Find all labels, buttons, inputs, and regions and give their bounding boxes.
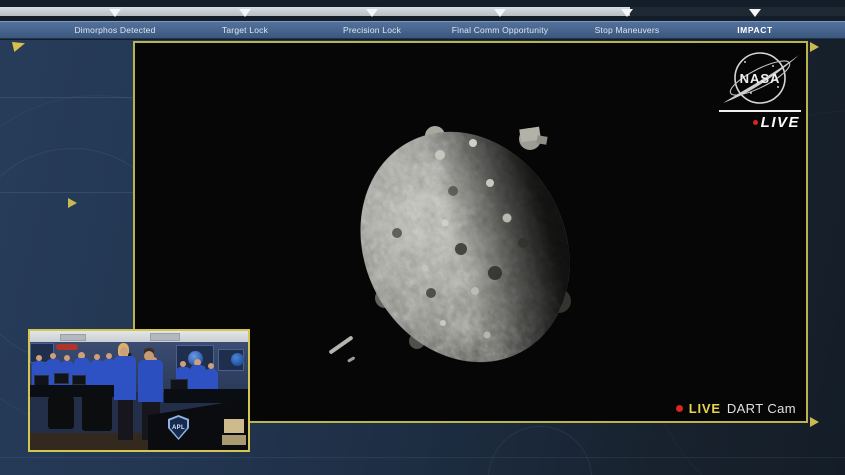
timeline-marker-icon: [494, 9, 506, 17]
timeline-marker-icon: [239, 9, 251, 17]
pip-woman-head: [120, 347, 128, 356]
dart-cam-caption: LIVE DART Cam: [675, 401, 796, 416]
bg-grid-line: [0, 192, 133, 193]
pip-ceiling-vent: [150, 333, 180, 341]
bg-grid-line: [0, 97, 133, 98]
broadcast-frame: Dimorphos Detected Target Lock Precision…: [0, 0, 845, 475]
pip-man-shirt: [138, 360, 163, 402]
nasa-logo-text: NASA: [740, 71, 781, 86]
pip-monitor: [54, 373, 69, 384]
live-red-dot-icon: [752, 120, 758, 125]
pip-rocket-model: [56, 344, 78, 350]
dart-cam-label: DART Cam: [726, 401, 796, 416]
pip-desk: [164, 389, 248, 403]
timeline-marker-icon: [621, 9, 633, 17]
stage-label-dimorphos-detected: Dimorphos Detected: [74, 25, 156, 35]
pip-woman-legs: [118, 400, 133, 440]
pip-nasa-meatball: [231, 353, 244, 366]
mission-timeline: Dimorphos Detected Target Lock Precision…: [0, 0, 845, 40]
live-red-dot-icon: [675, 405, 683, 412]
pip-office-chair: [48, 393, 74, 429]
pip-storage-box: [222, 435, 246, 445]
pip-woman-shirt: [114, 356, 136, 400]
timeline-marker-icon: [109, 9, 121, 17]
nasa-divider-line: [719, 110, 801, 112]
pip-storage-box: [224, 419, 244, 433]
right-arrow-icon: [810, 417, 819, 427]
nasa-insignia-icon: NASA: [723, 52, 799, 104]
live-badge-label: LIVE: [760, 114, 800, 131]
pip-office-chair: [82, 391, 112, 431]
dart-cam-live-label: LIVE: [688, 401, 721, 416]
right-arrow-icon: [68, 198, 77, 208]
right-arrow-icon: [810, 42, 819, 52]
bg-grid-line: [0, 457, 845, 458]
pip-ceiling-vent: [60, 334, 86, 341]
timeline-progress-fill: [0, 7, 630, 16]
stage-label-impact: IMPACT: [737, 25, 773, 35]
pip-monitor: [72, 375, 86, 385]
apl-label: APL: [172, 424, 185, 431]
bg-circle-decoration: [488, 426, 592, 475]
corner-arrow-icon: [12, 42, 25, 52]
timeline-marker-icon: [749, 9, 761, 17]
live-badge: LIVE: [752, 114, 800, 131]
timeline-marker-icon: [366, 9, 378, 17]
mission-control-pip: APL: [28, 329, 250, 452]
nasa-live-bug: NASA LIVE: [717, 48, 803, 132]
timeline-label-band: Dimorphos Detected Target Lock Precision…: [0, 21, 845, 39]
debris-streak: [329, 336, 353, 354]
